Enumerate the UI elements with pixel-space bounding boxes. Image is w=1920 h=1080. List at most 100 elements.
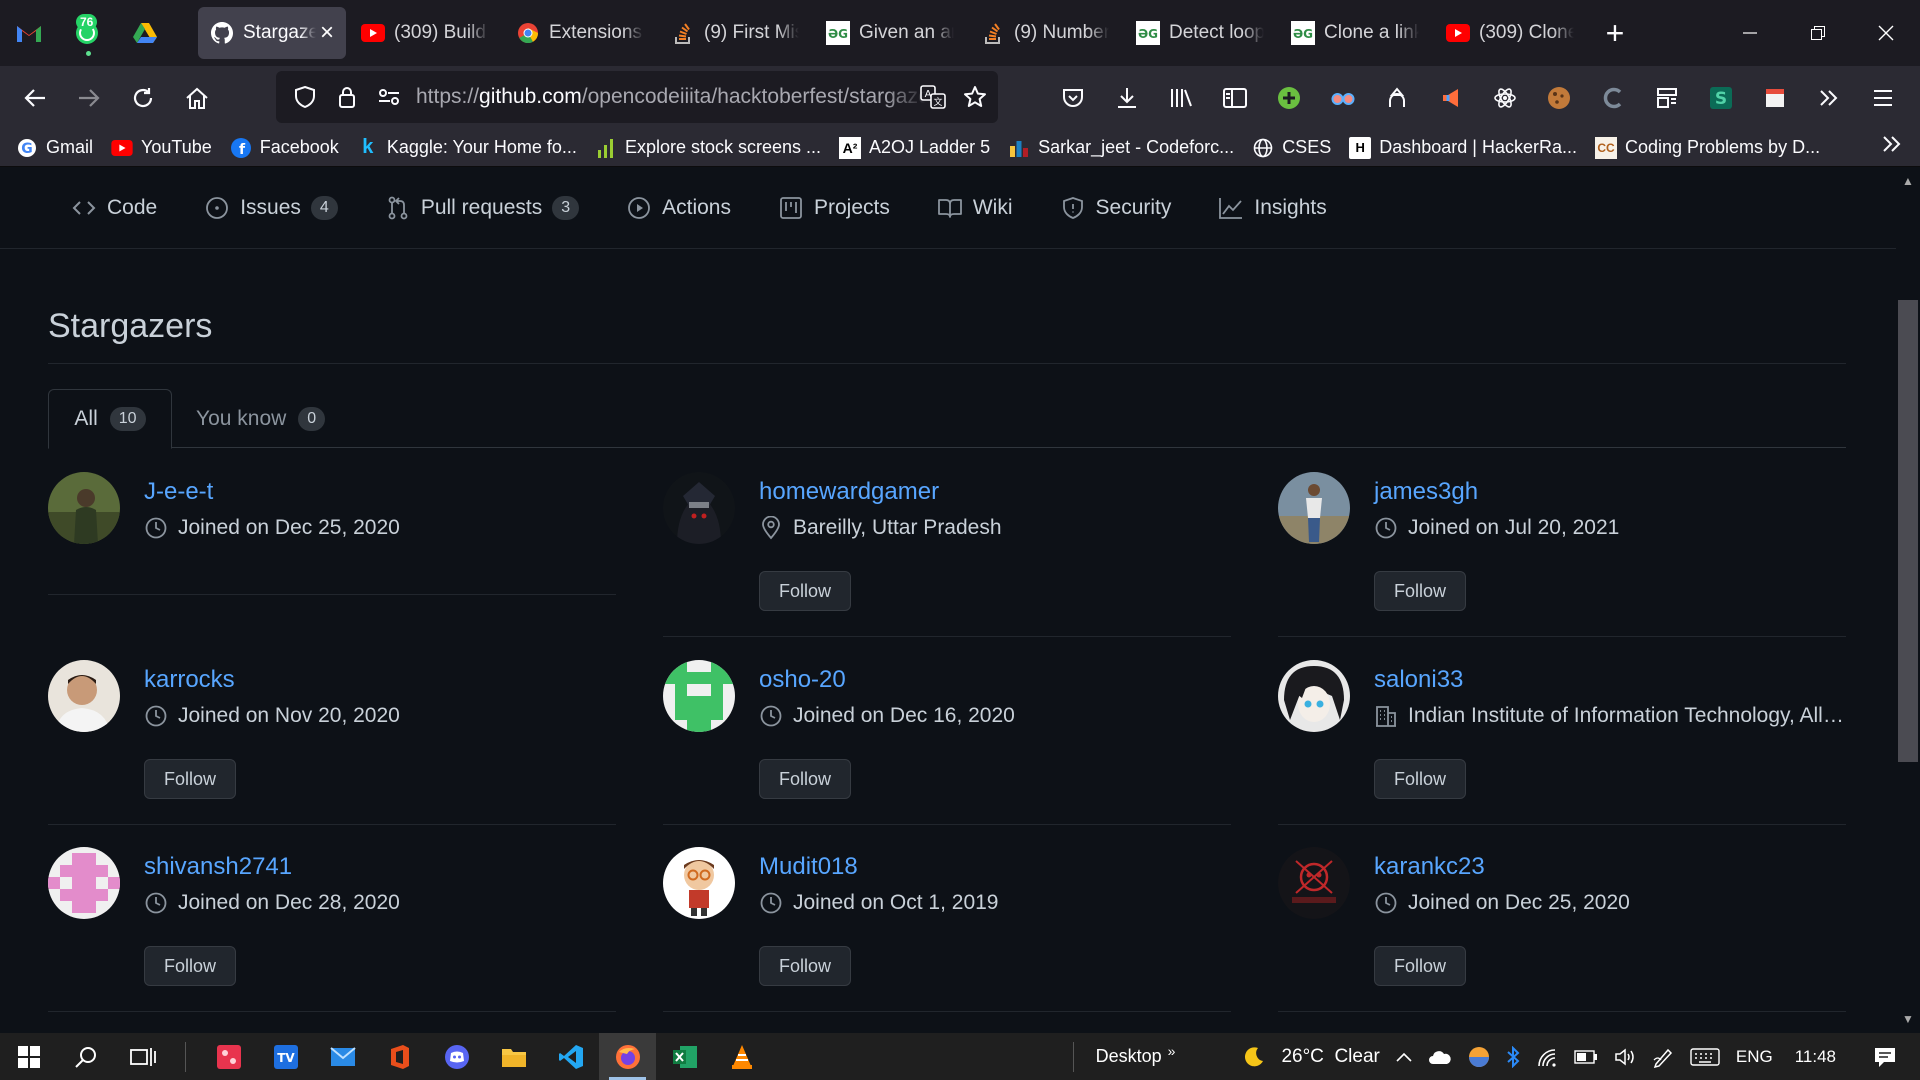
avatar[interactable] [1278,472,1350,544]
minimize-button[interactable] [1716,0,1784,66]
avatar[interactable] [48,472,120,544]
repo-nav-security[interactable]: Security [1061,188,1171,228]
bookmark-facebook[interactable]: f Facebook [230,137,339,159]
username-link[interactable]: shivansh2741 [144,853,292,881]
reload-button[interactable] [116,71,170,125]
repo-nav-wiki[interactable]: Wiki [937,188,1013,228]
extension-user-button[interactable] [1370,71,1424,125]
close-window-button[interactable] [1852,0,1920,66]
desktop-toolbar-label[interactable]: Desktop [1096,1046,1162,1067]
translate-icon[interactable]: A文 [912,76,954,118]
username-link[interactable]: osho-20 [759,666,846,694]
follow-button[interactable]: Follow [144,759,237,799]
avatar[interactable] [1278,847,1350,919]
language-indicator[interactable]: ENG [1736,1047,1773,1067]
close-tab-icon[interactable]: × [320,19,334,47]
avatar[interactable] [663,847,735,919]
avatar[interactable] [663,660,735,732]
username-link[interactable]: Mudit018 [759,853,858,881]
pinned-tab-gmail[interactable] [0,0,58,66]
extension-page-button[interactable] [1748,71,1802,125]
battery-icon[interactable] [1574,1049,1598,1064]
tab-all[interactable]: All 10 [48,389,172,449]
follow-button[interactable]: Follow [1374,571,1467,611]
back-button[interactable] [8,71,62,125]
tab-stackoverflow-first[interactable]: (9) First Mis [659,7,811,59]
extension-glasses-button[interactable] [1316,71,1370,125]
tab-gfg-given[interactable]: ƏG Given an ar [814,7,966,59]
taskbar-app-vscode[interactable] [542,1033,599,1080]
extension-react-button[interactable] [1478,71,1532,125]
bookmark-codeforces[interactable]: Sarkar_jeet - Codeforc... [1008,137,1234,159]
scroll-down-icon[interactable]: ▼ [1896,1009,1920,1029]
keyboard-icon[interactable] [1690,1047,1720,1066]
chevron-up-icon[interactable] [1396,1052,1412,1062]
lock-icon[interactable] [326,76,368,118]
weather-text[interactable]: 26°C Clear [1281,1046,1379,1068]
home-button[interactable] [170,71,224,125]
page-scrollbar[interactable]: ▲ ▼ [1896,167,1920,1033]
taskbar-app-vlc[interactable] [713,1033,770,1080]
taskbar-app-photos[interactable] [200,1033,257,1080]
menu-button[interactable] [1856,71,1910,125]
url-bar[interactable]: https://github.com/opencodeiiita/hacktob… [276,71,998,123]
taskbar-app-teamviewer[interactable]: TV [257,1033,314,1080]
taskbar-app-explorer[interactable] [485,1033,542,1080]
scrollbar-thumb[interactable] [1898,300,1918,762]
more-bookmarks-button[interactable] [1882,135,1902,158]
search-button[interactable] [57,1033,114,1080]
extension-c-button[interactable] [1586,71,1640,125]
start-button[interactable] [0,1033,57,1080]
extension-s-button[interactable]: S [1694,71,1748,125]
repo-nav-insights[interactable]: Insights [1219,188,1327,228]
permissions-icon[interactable] [368,76,410,118]
tab-youtube-clone[interactable]: (309) Clone [1434,7,1586,59]
app-tray-icon[interactable] [1468,1046,1490,1068]
avatar[interactable] [48,847,120,919]
pen-icon[interactable] [1652,1046,1674,1068]
bookmark-star-icon[interactable] [954,76,996,118]
taskbar-app-discord[interactable] [428,1033,485,1080]
tab-stargazers[interactable]: Stargazers × [198,7,346,59]
username-link[interactable]: karankc23 [1374,853,1485,881]
volume-icon[interactable] [1614,1047,1636,1067]
pinned-tab-whatsapp[interactable]: 76 [58,0,116,66]
follow-button[interactable]: Follow [759,571,852,611]
extension-layout-button[interactable] [1640,71,1694,125]
taskbar-app-mail[interactable] [314,1033,371,1080]
taskbar-app-excel[interactable] [656,1033,713,1080]
downloads-button[interactable] [1100,71,1154,125]
taskbar-app-office[interactable] [371,1033,428,1080]
url-text[interactable]: https://github.com/opencodeiiita/hacktob… [416,85,926,109]
repo-nav-pull-requests[interactable]: Pull requests 3 [386,188,580,228]
extension-add-button[interactable] [1262,71,1316,125]
clock-time[interactable]: 11:48 [1795,1047,1836,1067]
follow-button[interactable]: Follow [1374,759,1467,799]
tab-extensions[interactable]: Extensions [504,7,656,59]
notifications-icon[interactable] [1874,1046,1896,1068]
new-tab-button[interactable]: + [1589,7,1641,59]
bookmark-stock-screens[interactable]: Explore stock screens ... [595,137,821,159]
bookmark-youtube[interactable]: YouTube [111,137,212,159]
wifi-icon[interactable] [1536,1047,1558,1067]
chevron-double-right-icon[interactable]: » [1168,1043,1176,1059]
follow-button[interactable]: Follow [759,946,852,986]
repo-nav-issues[interactable]: Issues 4 [205,188,338,228]
avatar[interactable] [663,472,735,544]
username-link[interactable]: J-e-e-t [144,478,213,506]
tab-you-know[interactable]: You know 0 [196,389,326,449]
library-button[interactable] [1154,71,1208,125]
forward-button[interactable] [62,71,116,125]
bookmark-a2oj[interactable]: A² A2OJ Ladder 5 [839,136,990,159]
username-link[interactable]: karrocks [144,666,235,694]
bookmark-hackerrank[interactable]: H Dashboard | HackerRa... [1349,136,1577,159]
tracking-shield-icon[interactable] [284,76,326,118]
pocket-button[interactable] [1046,71,1100,125]
sidebar-button[interactable] [1208,71,1262,125]
restore-button[interactable] [1784,0,1852,66]
follow-button[interactable]: Follow [759,759,852,799]
username-link[interactable]: james3gh [1374,478,1478,506]
task-view-button[interactable] [114,1033,171,1080]
tab-gfg-clone[interactable]: ƏG Clone a link [1279,7,1431,59]
bookmark-kaggle[interactable]: k Kaggle: Your Home fo... [357,136,577,159]
